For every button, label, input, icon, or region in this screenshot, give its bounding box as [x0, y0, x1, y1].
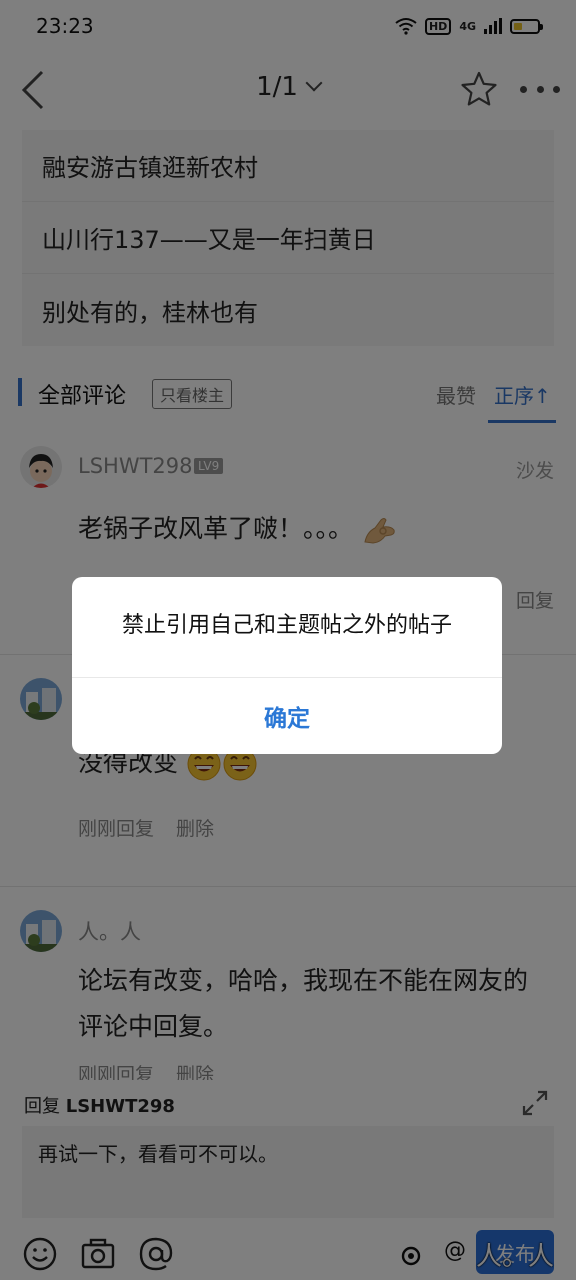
alert-dialog: 禁止引用自己和主题帖之外的帖子 确定 [72, 577, 502, 754]
dialog-message: 禁止引用自己和主题帖之外的帖子 [121, 613, 452, 638]
confirm-button[interactable]: 确定 [72, 678, 502, 754]
